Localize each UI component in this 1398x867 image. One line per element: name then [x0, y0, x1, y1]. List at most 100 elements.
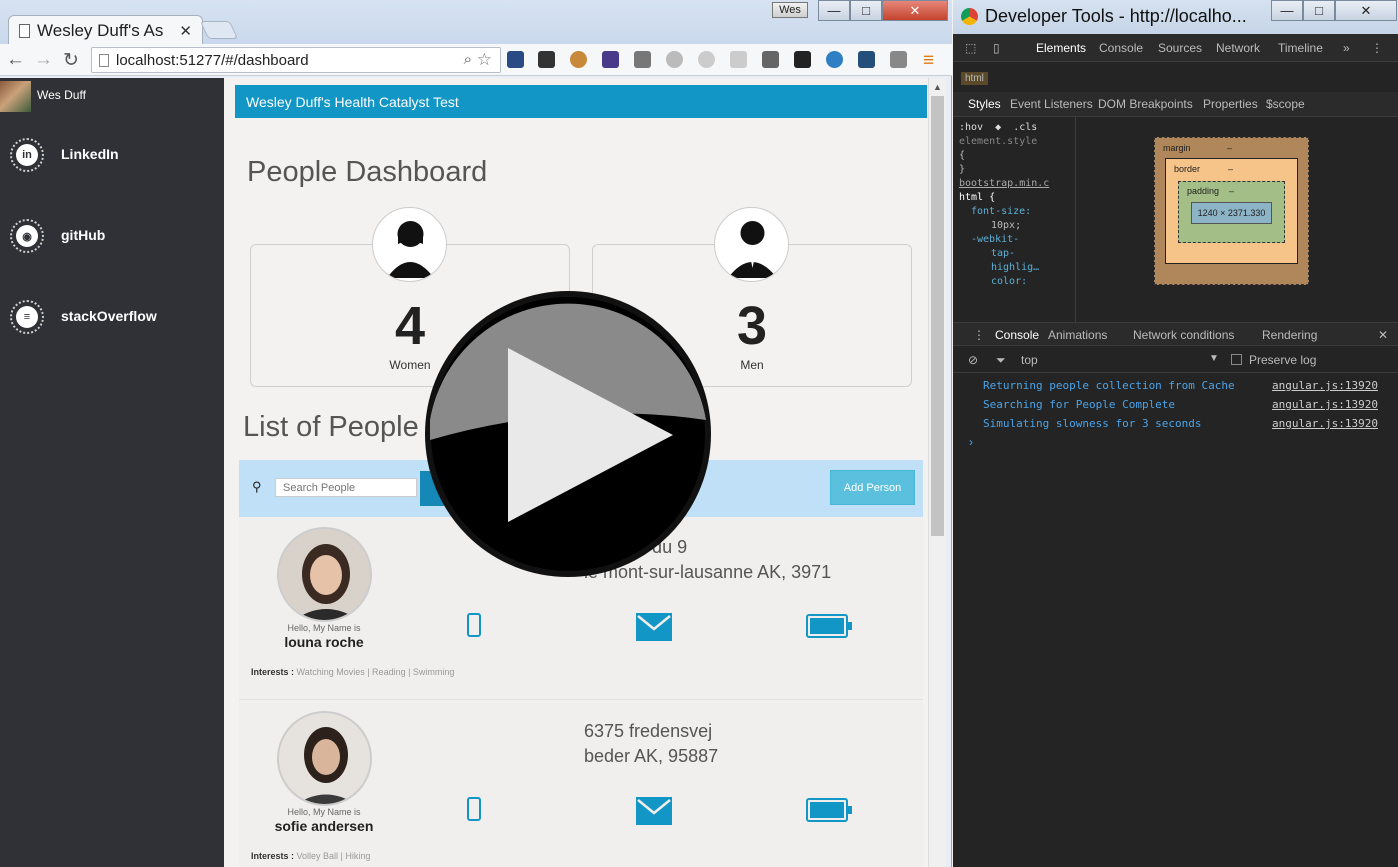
- phone-icon[interactable]: [467, 797, 481, 821]
- tab-timeline[interactable]: Timeline: [1278, 41, 1323, 55]
- person-photo: [277, 711, 372, 806]
- maximize-button[interactable]: □: [850, 0, 882, 21]
- extension-icon[interactable]: [634, 51, 651, 68]
- bookmark-star-icon[interactable]: ☆: [477, 50, 492, 70]
- tab-console-drawer[interactable]: Console: [995, 328, 1039, 342]
- back-icon[interactable]: ←: [6, 49, 25, 71]
- search-icon: ⚲: [252, 479, 262, 494]
- email-icon[interactable]: [636, 797, 672, 825]
- box-model-margin: margin – border – padding – 1240 × 2371.…: [1154, 137, 1309, 285]
- play-icon[interactable]: [418, 290, 718, 578]
- linkedin-icon[interactable]: in: [10, 138, 44, 172]
- extension-icon[interactable]: [538, 51, 555, 68]
- console-message: Searching for People Complete angular.js:…: [983, 398, 1378, 411]
- window-controls: — □ ✕: [818, 0, 948, 21]
- tab-elements[interactable]: Elements: [1036, 41, 1086, 55]
- filter-icon[interactable]: ⏷: [996, 353, 1006, 368]
- tab-scope[interactable]: $scope: [1266, 97, 1305, 111]
- more-tabs-icon[interactable]: »: [1343, 41, 1350, 55]
- hov-toggle[interactable]: :hov: [959, 122, 983, 133]
- device-icon[interactable]: ▯: [993, 41, 1000, 55]
- woman-icon: [372, 207, 447, 282]
- extension-icon[interactable]: [762, 51, 779, 68]
- search-input[interactable]: [275, 478, 417, 497]
- man-icon: [714, 207, 789, 282]
- console-filter-bar: ⊘ ⏷ top ▼ Preserve log: [953, 347, 1398, 373]
- camera-extension-icon[interactable]: [890, 51, 907, 68]
- tab-network-conditions[interactable]: Network conditions: [1133, 328, 1234, 342]
- add-person-button[interactable]: Add Person: [830, 470, 915, 505]
- hello-label: Hello, My Name is: [287, 807, 361, 817]
- styles-subtabs: Styles Event Listeners DOM Breakpoints P…: [953, 92, 1398, 117]
- forward-icon[interactable]: →: [34, 49, 53, 71]
- minimize-button[interactable]: —: [1271, 0, 1303, 21]
- console-prompt[interactable]: ›: [969, 435, 973, 449]
- drawer-tabs: ⋮ Console Animations Network conditions …: [953, 322, 1398, 346]
- extension-icon[interactable]: [666, 51, 683, 68]
- minimize-button[interactable]: —: [818, 0, 850, 21]
- browser-toolbar: ← → ↻ localhost:51277/#/dashboard ⌕ ☆ ≡: [0, 44, 952, 76]
- tab-dom-breakpoints[interactable]: DOM Breakpoints: [1098, 97, 1193, 111]
- person-name: louna roche: [284, 634, 364, 650]
- console-message: Simulating slowness for 3 seconds angular…: [983, 417, 1378, 430]
- extension-icon[interactable]: [698, 51, 715, 68]
- tab-console[interactable]: Console: [1099, 41, 1143, 55]
- close-tab-icon[interactable]: ✕: [179, 22, 192, 40]
- email-icon[interactable]: [636, 613, 672, 641]
- menu-icon[interactable]: ≡: [923, 50, 934, 72]
- tab-styles[interactable]: Styles: [968, 97, 1001, 111]
- search-icon[interactable]: ⌕: [464, 51, 472, 68]
- clear-console-icon[interactable]: ⊘: [968, 353, 978, 367]
- user-name: Wes Duff: [37, 88, 86, 102]
- cookie-extension-icon[interactable]: [570, 51, 587, 68]
- tab-sources[interactable]: Sources: [1158, 41, 1202, 55]
- maximize-button[interactable]: □: [1303, 0, 1335, 21]
- source-link[interactable]: angular.js:13920: [1272, 417, 1378, 430]
- context-select[interactable]: top: [1021, 353, 1038, 367]
- app-sidebar: Wes Duff in LinkedIn ◉ gitHub ≡ stackOve…: [0, 78, 224, 867]
- cls-toggle[interactable]: .cls: [1013, 122, 1037, 133]
- tab-properties[interactable]: Properties: [1203, 97, 1258, 111]
- battery-icon[interactable]: [806, 614, 852, 638]
- extension-icon[interactable]: [794, 51, 811, 68]
- drawer-menu-icon[interactable]: ⋮: [973, 328, 985, 342]
- scrollbar-thumb[interactable]: [931, 96, 944, 536]
- source-link[interactable]: angular.js:13920: [1272, 398, 1378, 411]
- breadcrumb[interactable]: html: [961, 72, 988, 85]
- tab-title: Wesley Duff's As: [37, 21, 164, 40]
- devtools-window: Developer Tools - http://localho... — □ …: [953, 0, 1398, 867]
- scroll-up-icon[interactable]: ▲: [933, 82, 942, 92]
- address-bar[interactable]: localhost:51277/#/dashboard ⌕ ☆: [91, 47, 501, 73]
- extension-icon[interactable]: [826, 51, 843, 68]
- battery-icon[interactable]: [806, 798, 852, 822]
- reload-icon[interactable]: ↻: [63, 49, 79, 72]
- extension-icon[interactable]: [730, 51, 747, 68]
- sidebar-link-linkedin[interactable]: LinkedIn: [61, 146, 119, 162]
- github-icon[interactable]: ◉: [10, 219, 44, 253]
- stylesheet-link[interactable]: bootstrap.min.c: [959, 177, 1069, 191]
- close-drawer-icon[interactable]: ✕: [1378, 328, 1388, 342]
- source-link[interactable]: angular.js:13920: [1272, 379, 1378, 392]
- sidebar-link-stackoverflow[interactable]: stackOverflow: [61, 308, 157, 324]
- extension-icon[interactable]: [602, 51, 619, 68]
- stackoverflow-icon[interactable]: ≡: [10, 300, 44, 334]
- more-options-icon[interactable]: ⋮: [1371, 41, 1383, 55]
- tab-animations[interactable]: Animations: [1048, 328, 1107, 342]
- extension-icon[interactable]: [858, 51, 875, 68]
- user-badge[interactable]: Wes: [772, 2, 808, 18]
- tab-rendering[interactable]: Rendering: [1262, 328, 1317, 342]
- box-model-padding: padding – 1240 × 2371.330: [1178, 181, 1285, 243]
- page-scrollbar[interactable]: ▲: [928, 78, 946, 867]
- close-window-button[interactable]: ✕: [882, 0, 948, 21]
- sidebar-link-github[interactable]: gitHub: [61, 227, 105, 243]
- phone-icon[interactable]: [467, 613, 481, 637]
- browser-tab[interactable]: Wesley Duff's As ✕: [8, 15, 203, 45]
- preserve-log-checkbox[interactable]: [1231, 354, 1242, 365]
- inspect-icon[interactable]: ⬚: [965, 41, 976, 55]
- context-dropdown-icon[interactable]: ▼: [1209, 353, 1219, 364]
- new-tab-button[interactable]: [199, 21, 239, 39]
- tab-event-listeners[interactable]: Event Listeners: [1010, 97, 1093, 111]
- close-window-button[interactable]: ✕: [1335, 0, 1397, 21]
- extension-icon[interactable]: [507, 51, 524, 68]
- tab-network[interactable]: Network: [1216, 41, 1260, 55]
